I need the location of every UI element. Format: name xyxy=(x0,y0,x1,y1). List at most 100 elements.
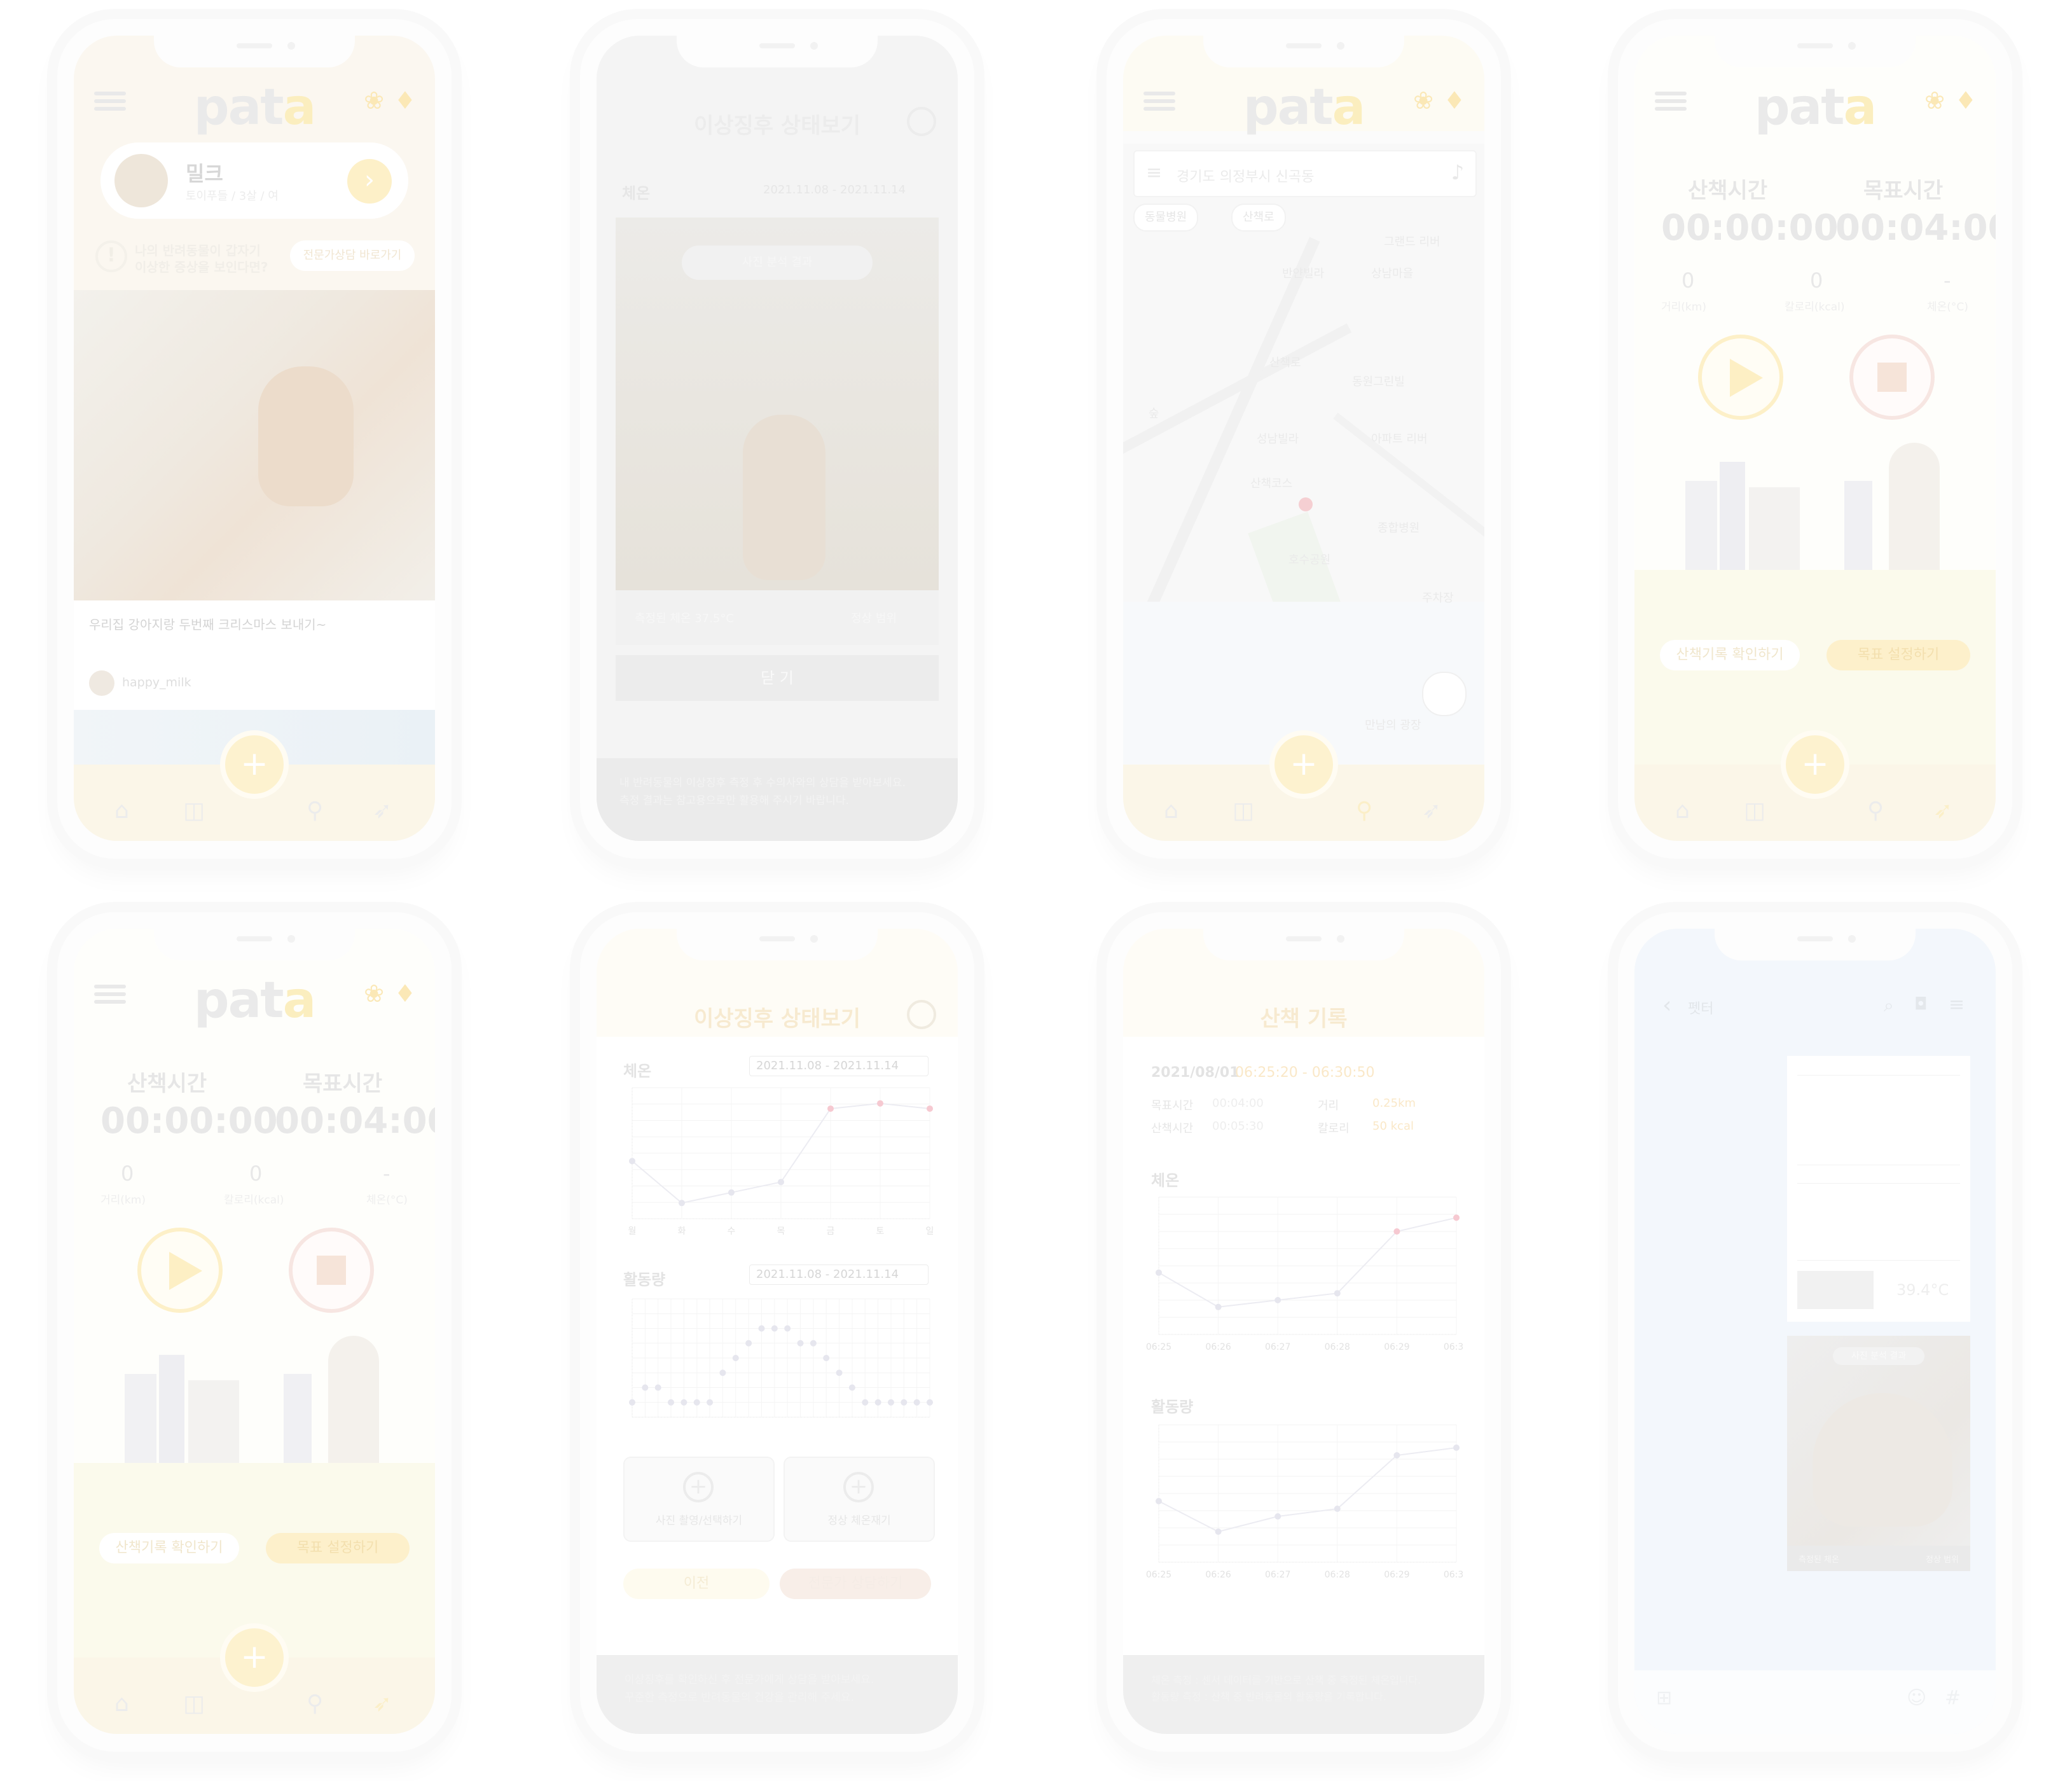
calorie-value: 0 xyxy=(249,1161,263,1186)
walk-icon[interactable]: ➶ xyxy=(373,798,392,824)
series-line xyxy=(1158,1217,1457,1308)
smile-icon[interactable]: ☺ xyxy=(1907,1687,1926,1709)
walk-icon[interactable]: ➶ xyxy=(1933,798,1952,824)
data-point xyxy=(827,1105,834,1112)
stop-button[interactable] xyxy=(1849,335,1935,420)
bell-icon[interactable]: ♦ xyxy=(1955,87,1977,114)
building xyxy=(188,1380,239,1463)
mic-icon[interactable]: ♪ xyxy=(1451,160,1464,184)
plus-square-icon[interactable]: ⊞ xyxy=(1656,1687,1672,1709)
walk-records-button[interactable]: 산책기록 확인하기 xyxy=(1660,640,1800,670)
measure-temp-button[interactable]: + 정상 체온재기 xyxy=(784,1457,935,1542)
walk-icon[interactable]: ➶ xyxy=(1422,798,1441,824)
pet-profile-card[interactable]: 밀크 토이푸들 / 3살 / 여 › xyxy=(100,142,408,219)
back-label[interactable]: 펫터 xyxy=(1688,997,1713,1018)
search-placeholder[interactable]: 경기도 의정부시 신곡동 xyxy=(1177,165,1314,186)
data-point xyxy=(887,1399,894,1406)
phone-walk-record: 산책 기록 2021/08/01 06:25:20 - 06:30:50 목표시… xyxy=(1107,912,1501,1752)
chip-trail[interactable]: 산책로 xyxy=(1231,204,1286,232)
measure-temp-label: 정상 체온재기 xyxy=(827,1514,891,1527)
paw-icon[interactable]: ❀ xyxy=(364,87,384,114)
screen-walk-record: 산책 기록 2021/08/01 06:25:20 - 06:30:50 목표시… xyxy=(1123,929,1484,1734)
add-button[interactable]: + xyxy=(1781,730,1849,799)
expert-consult-button[interactable]: 전문가상담 바로가기 xyxy=(290,240,415,271)
screen-walk-timer: pata ❀ ♦ 산책시간 목표시간 00:00:00 00:04:00 0 0 … xyxy=(1634,36,1996,841)
play-button[interactable] xyxy=(137,1228,223,1313)
map-pin-icon[interactable]: ⚲ xyxy=(307,798,323,824)
play-button[interactable] xyxy=(1698,335,1783,420)
chip-hospital[interactable]: 동물병원 xyxy=(1133,204,1199,232)
date-range-temp[interactable]: 2021.11.08 - 2021.11.14 xyxy=(749,1056,929,1076)
location-pin-icon[interactable] xyxy=(1299,497,1313,511)
home-icon[interactable]: ⌂ xyxy=(1164,798,1178,824)
stop-button[interactable] xyxy=(289,1228,374,1313)
data-point xyxy=(693,1399,700,1406)
post-username[interactable]: happy_milk xyxy=(122,676,191,690)
date-range-activity[interactable]: 2021.11.08 - 2021.11.14 xyxy=(749,1265,929,1285)
screen-walk-timer-2: pata ❀ ♦ 산책시간 목표시간 00:00:00 00:04:00 0 0 … xyxy=(74,929,435,1734)
data-point xyxy=(728,1189,735,1196)
list-icon[interactable]: ≡ xyxy=(1146,162,1162,184)
walk-time-value: 00:05:30 xyxy=(1212,1119,1264,1133)
footer-line2: 측정 결과는 참고용으로만 활용해 주시기 바랍니다. xyxy=(619,794,849,807)
section-temp: 체온 xyxy=(623,1062,652,1080)
walk-icon[interactable]: ➶ xyxy=(373,1691,392,1717)
distance-value: 0 xyxy=(1682,268,1695,293)
paw-icon[interactable]: ❀ xyxy=(364,980,384,1008)
info-footer: 내 반려동물의 이상징후 측정 후 수의사와의 상담을 받아보세요. 측정 결과… xyxy=(597,758,958,841)
bell-icon[interactable]: ♦ xyxy=(1444,87,1465,114)
x-tick-label: 월 xyxy=(628,1226,637,1237)
chart-card[interactable]: 39.4°C xyxy=(1787,1056,1970,1322)
section-temp: 체온 xyxy=(1151,1172,1180,1189)
instagram-icon[interactable]: ◫ xyxy=(183,798,205,824)
set-goal-button[interactable]: 목표 설정하기 xyxy=(1827,640,1970,670)
walk-records-button[interactable]: 산책기록 확인하기 xyxy=(99,1533,239,1563)
post-photo[interactable] xyxy=(74,290,435,600)
paw-icon[interactable]: ❀ xyxy=(1413,87,1433,114)
compass-icon[interactable] xyxy=(1422,672,1467,716)
map-pin-icon[interactable]: ⚲ xyxy=(307,1691,323,1717)
instagram-icon[interactable]: ◫ xyxy=(183,1691,205,1717)
temp-walk-chart: 06:25 06:26 06:27 06:28 06:29 06:30 xyxy=(1146,1196,1463,1352)
data-point xyxy=(810,1340,817,1347)
home-icon[interactable]: ⌂ xyxy=(114,798,129,824)
bell-icon[interactable]: ♦ xyxy=(394,980,416,1008)
calorie-value: 0 xyxy=(1810,268,1823,293)
data-point xyxy=(1156,1498,1162,1504)
add-button[interactable]: + xyxy=(220,730,289,799)
data-point xyxy=(901,1399,908,1406)
paw-icon[interactable]: ❀ xyxy=(1924,87,1945,114)
instagram-icon[interactable]: ◫ xyxy=(1233,798,1254,824)
map-pin-icon[interactable]: ⚲ xyxy=(1867,798,1884,824)
dog-photo-card[interactable]: 사진 분석 결과 측정된 체온 정상 범위 xyxy=(1787,1336,1970,1571)
back-icon[interactable]: ‹ xyxy=(1662,992,1671,1018)
set-goal-button[interactable]: 목표 설정하기 xyxy=(266,1533,410,1563)
walk-time-label: 산책시간 xyxy=(127,1071,207,1097)
date-range[interactable]: 2021.11.08 - 2021.11.14 xyxy=(763,183,906,197)
hash-icon[interactable]: # xyxy=(1945,1687,1961,1709)
prev-button[interactable]: 이전 xyxy=(623,1569,770,1599)
bag-icon[interactable]: ◘ xyxy=(1914,995,1928,1014)
consult-button[interactable]: 전문가 상담하기 xyxy=(780,1569,931,1599)
x-tick-label: 금 xyxy=(827,1226,835,1237)
add-button[interactable]: + xyxy=(1269,730,1338,799)
chevron-right-icon[interactable]: › xyxy=(347,159,392,204)
post-title[interactable]: 우리집 강아지랑 두번째 크리스마스 보내기~ xyxy=(89,614,326,633)
search-bar[interactable]: ≡ 경기도 의정부시 신곡동 ♪ xyxy=(1133,150,1477,197)
page-title: 이상징후 상태보기 xyxy=(693,113,861,139)
smile-icon[interactable] xyxy=(907,107,936,136)
map-pin-icon[interactable]: ⚲ xyxy=(1356,798,1372,824)
bell-icon[interactable]: ♦ xyxy=(394,87,416,114)
phone-walk-timer-2: pata ❀ ♦ 산책시간 목표시간 00:00:00 00:04:00 0 0 … xyxy=(57,912,452,1752)
home-icon[interactable]: ⌂ xyxy=(114,1691,129,1717)
home-icon[interactable]: ⌂ xyxy=(1675,798,1690,824)
instagram-icon[interactable]: ◫ xyxy=(1744,798,1765,824)
data-point xyxy=(1274,1297,1281,1303)
search-icon[interactable]: ⌕ xyxy=(1884,995,1894,1016)
smile-icon[interactable] xyxy=(907,1000,936,1029)
phone-symptom-photo: 이상징후 상태보기 체온 2021.11.08 - 2021.11.14 사진 … xyxy=(580,19,974,859)
menu-icon[interactable]: ≡ xyxy=(1949,994,1965,1016)
photo-select-button[interactable]: + 사진 촬영/선택하기 xyxy=(623,1457,775,1542)
add-button[interactable]: + xyxy=(220,1623,289,1692)
close-button[interactable]: 닫 기 xyxy=(616,655,939,701)
